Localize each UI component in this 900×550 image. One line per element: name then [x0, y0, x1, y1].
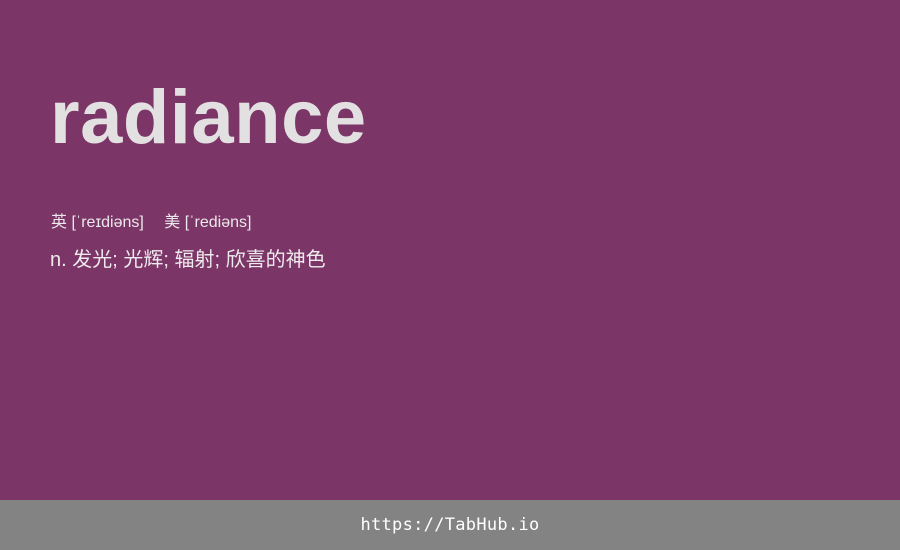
phonetic-us: 美 [ˈrediəns] [164, 214, 252, 231]
phonetic-uk: 英 [ˈreɪdiəns] [51, 214, 144, 231]
word-card: radiance 英 [ˈreɪdiəns] 美 [ˈrediəns] n. 发… [0, 0, 900, 500]
vocabulary-word: radiance [50, 75, 367, 160]
footer-bar: https://TabHub.io [0, 500, 900, 550]
word-definition: n. 发光; 光辉; 辐射; 欣喜的神色 [50, 249, 326, 271]
phonetics-row: 英 [ˈreɪdiəns] 美 [ˈrediəns] [51, 212, 251, 234]
tabhub-link[interactable]: https://TabHub.io [360, 515, 539, 535]
